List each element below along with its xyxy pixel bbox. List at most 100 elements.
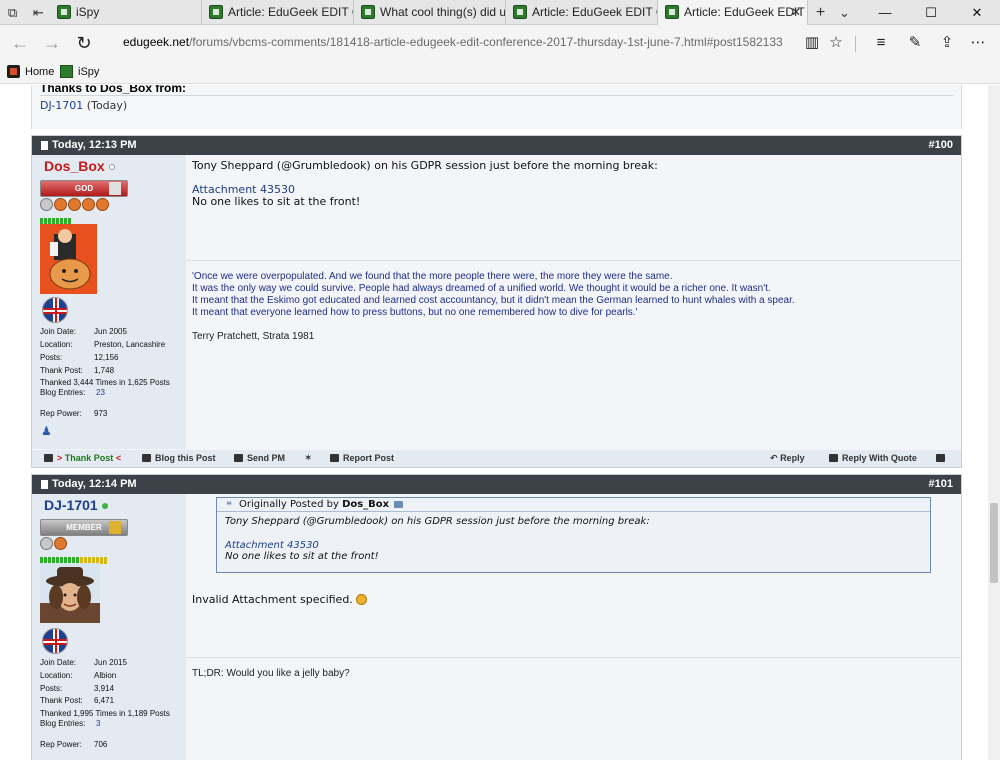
avatar[interactable] — [40, 224, 97, 294]
tab-title: What cool thing(s) did u do — [380, 5, 506, 19]
post-number-link[interactable]: #101 — [929, 475, 953, 494]
page-scrollbar[interactable] — [988, 85, 1000, 760]
favorites-bar: Home iSpy — [0, 60, 1000, 84]
username-link[interactable]: Dos_Box — [44, 158, 115, 174]
rank-stripe — [109, 182, 121, 195]
signature-credit: Terry Pratchett, Strata 1981 — [192, 331, 315, 342]
tab-article-active[interactable]: Article: EduGeek EDIT C ✕ — [658, 0, 808, 25]
blog-entries-link[interactable]: 23 — [96, 388, 105, 397]
blog-this-post-button[interactable]: Blog this Post — [142, 453, 216, 463]
reputation-coin-icon — [54, 198, 67, 211]
quote-body: Tony Sheppard (@Grumbledook) on his GDPR… — [225, 516, 650, 562]
reputation-button[interactable]: ✶ — [304, 453, 312, 464]
close-tab-icon[interactable]: ✕ — [791, 0, 801, 25]
reading-view-icon[interactable]: ▥ — [800, 31, 824, 55]
smiley-icon — [355, 594, 367, 605]
tab-manager-icon[interactable]: ⧉ — [4, 4, 21, 21]
post-header: Today, 12:14 PM #101 — [32, 475, 961, 494]
maximize-icon[interactable]: ☐ — [908, 0, 954, 25]
back-tab-icon[interactable]: ⇤ — [30, 4, 47, 21]
post-message: Invalid Attachment specified. — [192, 593, 353, 606]
rank-label: MEMBER — [66, 523, 102, 532]
ispy-favicon-icon — [60, 65, 73, 78]
tab-article-2[interactable]: Article: EduGeek EDIT Confe — [506, 0, 658, 25]
signature-divider — [186, 260, 961, 261]
forward-icon[interactable]: → — [40, 31, 64, 55]
user-info-panel: DJ-1701 MEMBER Join Date: Jun 2015 Locat… — [32, 494, 186, 760]
quote-block: ❝ Originally Posted by Dos_Box Tony Shep… — [216, 497, 931, 573]
close-window-icon[interactable]: ✕ — [954, 0, 1000, 25]
hub-icon[interactable]: ≡ — [869, 31, 893, 55]
reputation-coins — [40, 537, 68, 551]
avatar-photo-icon — [40, 563, 100, 623]
tab-title: Article: EduGeek EDIT Confe — [228, 5, 353, 19]
edugeek-favicon-icon — [513, 5, 527, 19]
divider — [40, 95, 953, 96]
tab-title: Article: EduGeek EDIT Confe — [532, 5, 657, 19]
signature-line: TL;DR: Would you like a jelly baby? — [192, 668, 350, 679]
more-icon[interactable]: ⋯ — [966, 31, 990, 55]
tab-ispy[interactable]: iSpy — [50, 0, 202, 25]
favorite-ispy[interactable]: iSpy — [60, 64, 99, 80]
rank-badge: GOD — [40, 180, 128, 197]
quote-line: No one likes to sit at the front! — [225, 551, 379, 562]
avatar-cartoon-icon — [40, 224, 97, 294]
thanks-when: (Today) — [86, 99, 128, 112]
reputation-coin-icon — [82, 198, 95, 211]
stat-blog-entries: Blog Entries: 3 — [40, 719, 101, 728]
url-host: edugeek.net — [123, 35, 190, 49]
tab-bar: ⧉ ⇤ iSpy Article: EduGeek EDIT Confe Wha… — [0, 0, 1000, 25]
reputation-coin-icon — [96, 198, 109, 211]
favorite-label: Home — [25, 66, 55, 78]
ispy-favicon-icon — [57, 5, 71, 19]
send-pm-button[interactable]: Send PM — [234, 453, 285, 463]
quote-attachment-link[interactable]: Attachment 43530 — [225, 540, 650, 551]
view-post-icon[interactable] — [394, 501, 404, 508]
message-icon — [234, 454, 243, 462]
tab-cool-things[interactable]: What cool thing(s) did u do — [354, 0, 506, 25]
username-link[interactable]: DJ-1701 — [44, 497, 108, 513]
quote-line: Tony Sheppard (@Grumbledook) on his GDPR… — [225, 516, 650, 527]
thank-post-button[interactable]: > Thank Post < — [44, 453, 121, 463]
stat-posts: Posts: 12,156 — [40, 353, 119, 362]
reply-button[interactable]: ↶ Reply — [770, 453, 805, 464]
url-field[interactable]: edugeek.net/forums/vbcms-comments/181418… — [123, 35, 783, 49]
post-toolbar: > Thank Post < Blog this Post Send PM ✶ … — [32, 450, 961, 467]
scrollbar-thumb[interactable] — [990, 503, 998, 583]
tab-title: Article: EduGeek EDIT C — [684, 5, 808, 19]
signature-divider — [186, 657, 961, 658]
url-path: /forums/vbcms-comments/181418-article-ed… — [189, 35, 783, 49]
favorite-home[interactable]: Home — [7, 64, 54, 80]
avatar[interactable] — [40, 563, 100, 623]
report-post-button[interactable]: Report Post — [330, 453, 394, 463]
signature-line: It meant that everyone learned how to pr… — [192, 307, 638, 318]
quote-header: ❝ Originally Posted by Dos_Box — [217, 498, 930, 512]
tab-title: iSpy — [76, 5, 100, 19]
multi-quote-button[interactable] — [936, 453, 949, 463]
previous-post-thanks: Thanks to Dos_Box from: DJ-1701 (Today) — [31, 85, 962, 129]
thanks-user-link[interactable]: DJ-1701 — [40, 99, 83, 112]
reputation-coin-icon — [40, 537, 53, 550]
user-info-panel: Dos_Box GOD Join Date: Jun 2005 Location… — [32, 155, 186, 449]
stat-thanked: Thanked 3,444 Times in 1,625 Posts — [40, 378, 170, 387]
web-note-icon[interactable]: ✎ — [903, 31, 927, 55]
refresh-icon[interactable]: ↻ — [72, 31, 96, 55]
thumbs-up-icon — [44, 454, 53, 462]
new-tab-icon[interactable]: + — [812, 4, 829, 21]
rep-pip — [104, 557, 107, 564]
stat-posts: Posts: 3,914 — [40, 684, 115, 693]
tab-article-1[interactable]: Article: EduGeek EDIT Confe — [202, 0, 354, 25]
minimize-icon[interactable]: — — [862, 0, 908, 25]
post-number-link[interactable]: #100 — [929, 136, 953, 155]
thanks-heading: Thanks to Dos_Box from: — [40, 85, 187, 95]
post-date: Today, 12:13 PM — [52, 139, 137, 151]
reply-with-quote-button[interactable]: Reply With Quote — [829, 453, 917, 463]
blog-entries-link[interactable]: 3 — [96, 719, 100, 728]
tab-preview-chevron-icon[interactable]: ⌄ — [836, 4, 853, 21]
quote-icon — [829, 454, 838, 462]
favorite-star-icon[interactable]: ☆ — [824, 31, 848, 55]
share-icon[interactable]: ⇪ — [935, 31, 959, 55]
user-status-icon[interactable]: ♟ — [41, 424, 52, 438]
post-document-icon — [41, 480, 48, 489]
back-icon[interactable]: ← — [8, 31, 32, 55]
